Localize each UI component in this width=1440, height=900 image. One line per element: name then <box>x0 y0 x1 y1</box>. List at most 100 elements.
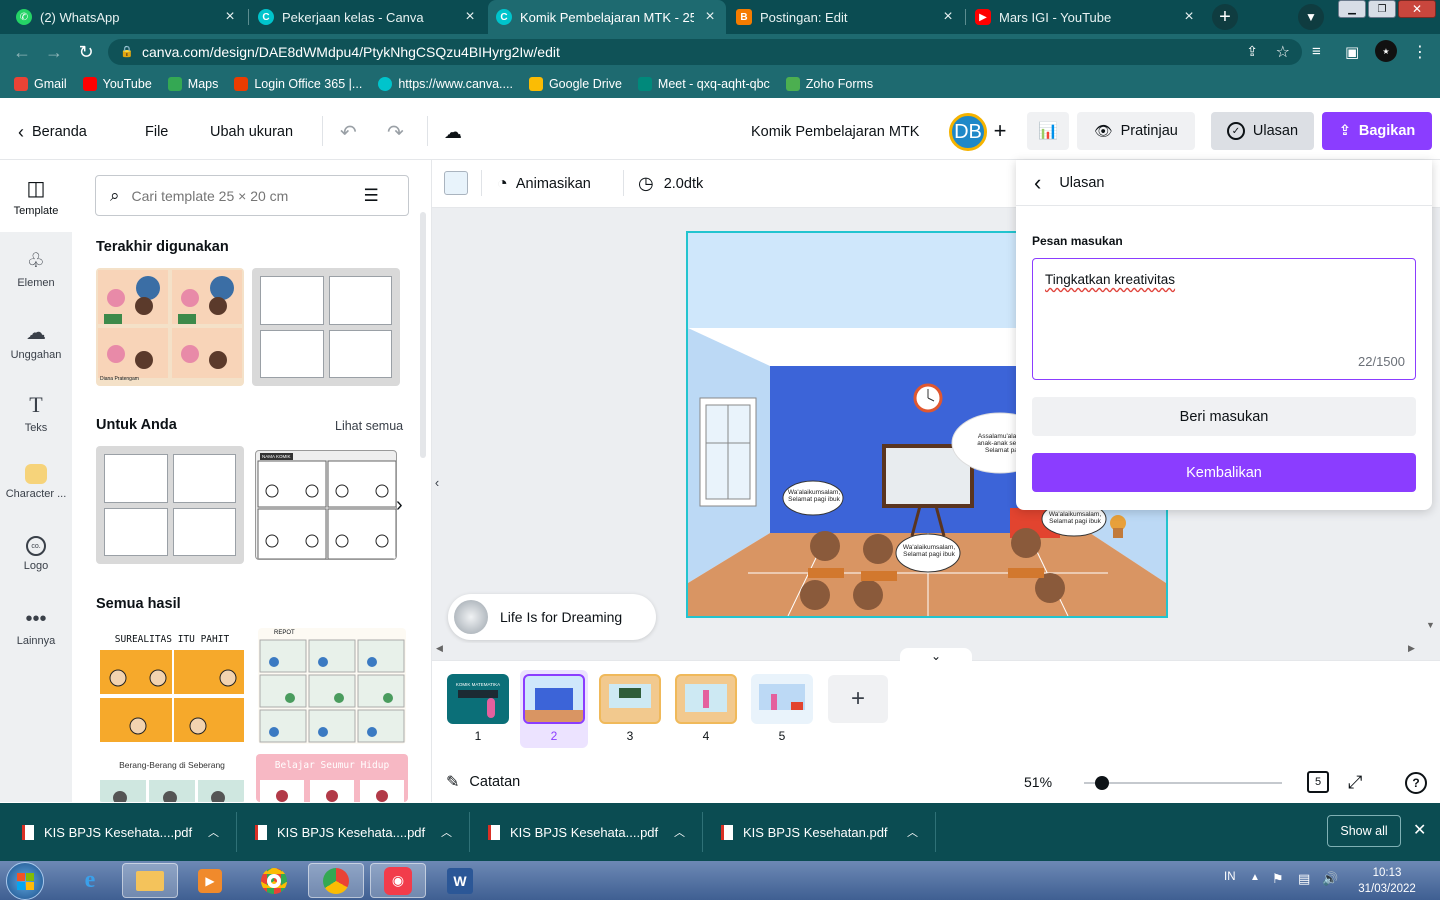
bookmark-meet[interactable]: Meet - qxq-aqht-qbc <box>637 77 770 91</box>
page-thumb-3[interactable] <box>599 674 661 724</box>
recent-template-comic[interactable]: Diana Pratengam <box>96 268 244 386</box>
maximize-button[interactable]: ❐ <box>1368 0 1396 18</box>
insights-chart-icon[interactable]: 📊 <box>1027 112 1069 150</box>
chevron-left-icon[interactable]: ‹ <box>1034 170 1041 196</box>
resize-button[interactable]: Ubah ukuran <box>210 113 293 151</box>
rail-item-more[interactable]: ••• Lainnya <box>0 608 72 647</box>
browser-tab-blogger[interactable]: B Postingan: Edit × <box>728 0 964 34</box>
scroll-left-arrow-icon[interactable]: ◀ <box>436 643 443 654</box>
browser-tab-youtube[interactable]: ▶ Mars IGI - YouTube × <box>967 0 1205 34</box>
network-icon[interactable]: ▤ <box>1298 871 1310 887</box>
chevron-right-icon[interactable]: › <box>396 494 403 517</box>
give-feedback-button[interactable]: Beri masukan <box>1032 397 1416 436</box>
add-page-button[interactable]: + <box>828 675 888 723</box>
scroll-right-arrow-icon[interactable]: ▶ <box>1408 643 1415 654</box>
design-title[interactable]: Komik Pembelajaran MTK <box>751 113 919 151</box>
close-icon[interactable]: × <box>702 8 718 26</box>
speech-bubble-2[interactable]: Wa'alaikumsalam, Selamat pagi ibuk <box>898 544 960 558</box>
page-thumb-4[interactable] <box>675 674 737 724</box>
bookmark-gmail[interactable]: Gmail <box>14 77 67 91</box>
bookmark-drive[interactable]: Google Drive <box>528 77 622 91</box>
cloud-saved-icon[interactable]: ☁ <box>444 113 462 151</box>
share-page-icon[interactable]: ⇪ <box>1246 43 1258 60</box>
download-item-4[interactable]: KIS BPJS Kesehatan.pdf ︿ <box>721 817 918 847</box>
taskbar-explorer[interactable] <box>122 863 178 898</box>
collapse-pages-icon[interactable]: ⌄ <box>900 648 972 664</box>
zoom-level[interactable]: 51% <box>1024 774 1052 790</box>
browser-tab-canva-class[interactable]: C Pekerjaan kelas - Canva × <box>250 0 486 34</box>
rail-item-character[interactable]: Character ... <box>0 464 72 500</box>
page-thumb-2[interactable] <box>523 674 585 724</box>
forward-arrow-icon[interactable]: → <box>44 42 64 62</box>
new-tab-button[interactable]: + <box>1212 4 1238 30</box>
help-icon[interactable]: ? <box>1405 772 1427 794</box>
result-template-repot[interactable]: REPOT <box>258 628 406 744</box>
bookmark-maps[interactable]: Maps <box>167 77 218 91</box>
tray-expand-icon[interactable]: ▲ <box>1250 872 1260 883</box>
preview-button[interactable]: 👁 Pratinjau <box>1077 112 1195 150</box>
close-icon[interactable]: × <box>1181 8 1197 26</box>
filter-icon[interactable]: ☰ <box>364 186 379 206</box>
browser-tab-komik[interactable]: C Komik Pembelajaran MTK - 25 × × <box>488 0 726 34</box>
taskbar-chrome[interactable] <box>246 863 302 898</box>
for-you-template-comic[interactable]: NAMA KOMIK <box>255 450 397 560</box>
taskbar-app[interactable]: ◉ <box>370 863 426 898</box>
download-item-2[interactable]: KIS BPJS Kesehata....pdf ︿ <box>255 817 452 847</box>
animate-button[interactable]: ◔ Animasikan <box>497 173 591 194</box>
feedback-textarea[interactable]: Tingkatkan kreativitas 22/1500 <box>1032 258 1416 380</box>
action-center-icon[interactable]: ⚑ <box>1272 871 1284 887</box>
chevron-up-icon[interactable]: ︿ <box>907 824 918 840</box>
url-bar[interactable]: 🔒 canva.com/design/DAE8dWMdpu4/PtykNhgCS… <box>108 39 1302 65</box>
chevron-up-icon[interactable]: ︿ <box>674 824 685 840</box>
zoom-slider-track[interactable] <box>1084 782 1282 784</box>
reload-icon[interactable]: ↻ <box>76 42 96 62</box>
window-close-button[interactable]: ✕ <box>1398 0 1436 18</box>
fullscreen-icon[interactable]: ⤢ <box>1348 772 1362 793</box>
speech-bubble-3[interactable]: Wa'alaikumsalam, Selamat pagi ibuk <box>1044 511 1106 525</box>
taskbar-ie[interactable]: e <box>62 863 118 898</box>
return-design-button[interactable]: Kembalikan <box>1032 453 1416 492</box>
rail-item-uploads[interactable]: ☁ Unggahan <box>0 320 72 361</box>
back-arrow-icon[interactable]: ← <box>12 42 32 62</box>
result-template-belajar[interactable]: Belajar Seumur Hidup <box>256 754 408 802</box>
taskbar-word[interactable]: W <box>432 863 488 898</box>
file-menu-button[interactable]: File <box>145 113 168 151</box>
for-you-template-grid[interactable] <box>96 446 244 564</box>
minimize-button[interactable]: ▁ <box>1338 0 1366 18</box>
background-color-swatch[interactable] <box>444 171 468 195</box>
undo-icon[interactable]: ↶ <box>340 113 357 151</box>
review-button[interactable]: ✓ Ulasan <box>1211 112 1314 150</box>
close-icon[interactable]: × <box>462 8 478 26</box>
clock[interactable]: 10:13 31/03/2022 <box>1352 865 1422 897</box>
profile-avatar[interactable]: ★ <box>1375 40 1397 62</box>
download-item-3[interactable]: KIS BPJS Kesehata....pdf ︿ <box>488 817 685 847</box>
page-thumb-5[interactable] <box>751 674 813 724</box>
zoom-slider-handle[interactable] <box>1094 776 1109 790</box>
search-input[interactable] <box>131 187 352 204</box>
home-button[interactable]: ‹ Beranda <box>18 113 87 151</box>
rail-item-text[interactable]: T Teks <box>0 392 72 434</box>
bookmark-office[interactable]: Login Office 365 |... <box>234 77 362 91</box>
bookmark-youtube[interactable]: YouTube <box>82 77 152 91</box>
result-template-berang[interactable]: Berang-Berang di Seberang <box>98 754 246 802</box>
input-language[interactable]: IN <box>1224 871 1236 883</box>
see-all-link[interactable]: Lihat semua <box>335 419 403 433</box>
side-panel-icon[interactable]: ▣ <box>1345 43 1359 61</box>
download-item-1[interactable]: KIS BPJS Kesehata....pdf ︿ <box>22 817 219 847</box>
redo-icon[interactable]: ↷ <box>387 113 404 151</box>
reading-list-icon[interactable]: ≡ <box>1312 43 1321 60</box>
page-count-button[interactable]: 5 <box>1307 771 1329 793</box>
notes-button[interactable]: ✎ Catatan <box>446 772 520 792</box>
close-icon[interactable]: × <box>222 8 238 26</box>
speech-bubble-1[interactable]: Wa'alaikumsalam, Selamat pagi ibuk <box>784 489 844 503</box>
close-downloads-icon[interactable]: ✕ <box>1413 820 1426 840</box>
scroll-down-arrow-icon[interactable]: ▼ <box>1426 620 1435 630</box>
close-icon[interactable]: × <box>940 8 956 26</box>
result-template-surealitas[interactable]: SUREALITAS ITU PAHIT <box>98 628 246 744</box>
volume-icon[interactable]: 🔊 <box>1322 871 1338 887</box>
bookmark-star-icon[interactable]: ☆ <box>1276 42 1290 62</box>
collapse-panel-icon[interactable]: ‹ <box>432 470 442 494</box>
add-collaborator-button[interactable]: + <box>988 118 1012 143</box>
bookmark-canva[interactable]: https://www.canva.... <box>378 77 513 91</box>
chevron-up-icon[interactable]: ︿ <box>441 824 452 840</box>
